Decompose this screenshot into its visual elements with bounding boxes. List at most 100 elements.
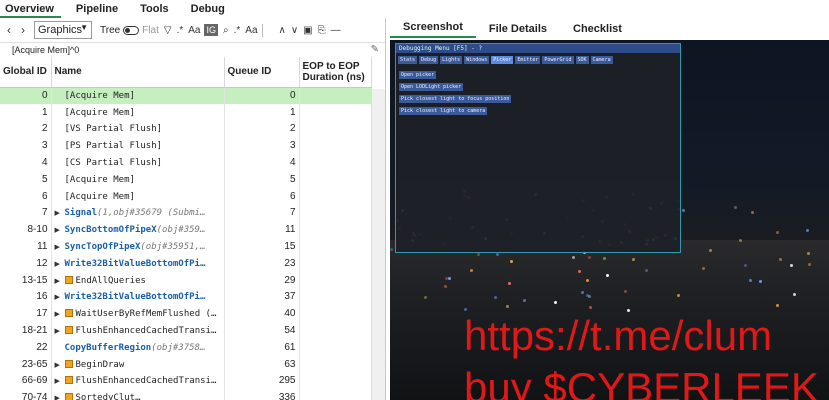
table-row[interactable]: 7 ▶ Signal(1,obj#35679 (Submi… 7 [0, 204, 372, 222]
table-row[interactable]: 22 CopyBufferRegion(obj#3758… 61 [0, 338, 372, 356]
table-row[interactable]: 66-69 ▶ FlushEnhancedCachedTransi… 295 [0, 372, 372, 390]
tab-screenshot[interactable]: Screenshot [390, 21, 476, 38]
expand-arrow-icon[interactable]: ▶ [55, 226, 65, 234]
expand-arrow-icon[interactable]: ▶ [55, 327, 65, 335]
clipboard-icon[interactable]: ⎘ [318, 25, 326, 36]
cell-name: ▶ Write32BitValueBottomOfPi… [51, 288, 225, 306]
cell-name: ▶ SortedyClut… [51, 389, 225, 400]
table-row[interactable]: 70-74 ▶ SortedyClut… 336 [0, 389, 372, 400]
overlay-tab: Picker [491, 56, 514, 64]
expand-arrow-icon[interactable]: ▶ [55, 243, 65, 251]
menu-overview[interactable]: Overview [0, 0, 61, 18]
city-light [751, 211, 755, 215]
table-row[interactable]: 23-65 ▶ BeginDraw 63 [0, 355, 372, 373]
cell-eop-duration [299, 170, 372, 188]
table-row[interactable]: 1 [Acquire Mem] 1 [0, 103, 372, 121]
overlay-tab: SDK [575, 56, 589, 64]
ignore-toggle[interactable]: IG [204, 24, 218, 36]
cell-global-id: 1 [0, 103, 52, 121]
city-light [775, 303, 779, 307]
cell-name: CopyBufferRegion(obj#3758… [51, 338, 225, 356]
city-light [423, 295, 427, 299]
table-header: Global ID Name Queue ID EOP to EOP Durat… [0, 57, 372, 88]
tab-file-details[interactable]: File Details [476, 23, 560, 38]
expand-arrow-icon[interactable]: ▶ [55, 260, 65, 268]
event-name: SortedyClut… [75, 393, 141, 400]
breadcrumb: [Acquire Mem]^0 ✎ [0, 43, 385, 57]
cell-eop-duration [299, 288, 372, 306]
view-select[interactable]: Graphics ▼ [34, 21, 92, 39]
details-tabs: Screenshot File Details Checklist [387, 18, 829, 38]
forward-arrow-icon[interactable]: › [16, 21, 30, 39]
regex-toggle[interactable]: .* [177, 25, 184, 36]
cell-queue-id: 37 [224, 288, 300, 306]
city-light [776, 231, 780, 235]
table-row[interactable]: 4 [CS Partial Flush] 4 [0, 154, 372, 171]
cell-name: ▶ Signal(1,obj#35679 (Submi… [51, 204, 225, 222]
minimize-icon[interactable]: — [331, 25, 341, 36]
table-row[interactable]: 3 [PS Partial Flush] 3 [0, 137, 372, 155]
chevron-down-nav-icon[interactable]: ∨ [291, 25, 298, 36]
cell-eop-duration [299, 322, 372, 339]
marker-square-icon [64, 309, 73, 318]
cell-global-id: 17 [0, 305, 52, 323]
cell-queue-id: 295 [224, 372, 300, 390]
table-row[interactable]: 5 [Acquire Mem] 5 [0, 170, 372, 188]
table-row[interactable]: 0 [Acquire Mem] 0 [0, 87, 372, 104]
vertical-scrollbar[interactable] [371, 89, 385, 400]
search-input[interactable] [261, 23, 274, 37]
overlay-tab: Emitter [515, 56, 541, 64]
cell-queue-id: 63 [224, 355, 300, 373]
col-name[interactable]: Name [51, 57, 225, 88]
cell-queue-id: 23 [224, 254, 300, 272]
table-row[interactable]: 6 [Acquire Mem] 6 [0, 187, 372, 205]
expand-arrow-icon[interactable]: ▶ [55, 377, 65, 385]
cell-queue-id: 2 [224, 120, 300, 138]
table-row[interactable]: 12 ▶ Write32BitValueBottomOfPi… 23 [0, 254, 372, 272]
expand-arrow-icon[interactable]: ▶ [55, 310, 65, 318]
expand-arrow-icon[interactable]: ▶ [55, 361, 65, 369]
table-row[interactable]: 18-21 ▶ FlushEnhancedCachedTransi… 54 [0, 322, 372, 339]
cell-name: [Acquire Mem] [51, 170, 225, 188]
city-light [805, 228, 809, 232]
cell-queue-id: 0 [224, 87, 300, 104]
expand-arrow-icon[interactable]: ▶ [55, 394, 65, 400]
back-arrow-icon[interactable]: ‹ [2, 21, 16, 39]
edit-icon[interactable]: ✎ [371, 44, 379, 55]
col-global-id[interactable]: Global ID [0, 57, 52, 88]
overlay-button: Pick closest light to camera [399, 107, 488, 115]
table-row[interactable]: 11 ▶ SyncTopOfPipeX(obj#35951,… 15 [0, 238, 372, 255]
table-row[interactable]: 13-15 ▶ EndAllQueries 29 [0, 271, 372, 289]
table-row[interactable]: 8-10 ▶ SyncBottomOfPipeX(obj#359… 11 [0, 221, 372, 239]
table-row[interactable]: 16 ▶ Write32BitValueBottomOfPi… 37 [0, 288, 372, 306]
expand-arrow-icon[interactable]: ▶ [55, 277, 65, 285]
table-row[interactable]: 2 [VS Partial Flush] 2 [0, 120, 372, 138]
menu-tools[interactable]: Tools [135, 0, 176, 18]
breadcrumb-text: [Acquire Mem]^0 [12, 45, 80, 55]
cell-name: ▶ WaitUserByRefMemFlushed (… [51, 305, 225, 323]
expand-arrow-icon[interactable]: ▶ [55, 293, 65, 301]
filter-icon[interactable]: ▽ [164, 25, 172, 36]
overlay-tab: Windows [464, 56, 490, 64]
menu-debug[interactable]: Debug [186, 0, 232, 18]
search-icon[interactable]: ⌕ [223, 25, 229, 36]
save-icon[interactable]: ▣ [303, 25, 312, 36]
menu-pipeline[interactable]: Pipeline [71, 0, 125, 18]
event-table: Global ID Name Queue ID EOP to EOP Durat… [0, 57, 372, 400]
match-case-toggle[interactable]: Aa [188, 25, 200, 36]
match-case-search-toggle[interactable]: Aa [245, 25, 257, 36]
city-light [580, 290, 584, 294]
chevron-up-icon[interactable]: ∧ [279, 25, 286, 36]
table-row[interactable]: 17 ▶ WaitUserByRefMemFlushed (… 40 [0, 305, 372, 323]
event-args: (obj#3758… [151, 342, 206, 353]
cell-global-id: 7 [0, 204, 52, 222]
regex-search-toggle[interactable]: .* [234, 25, 241, 36]
col-eop-duration[interactable]: EOP to EOP Duration (ns) [299, 57, 372, 88]
cell-eop-duration [299, 137, 372, 155]
tab-checklist[interactable]: Checklist [560, 23, 635, 38]
tree-flat-toggle[interactable] [123, 25, 140, 35]
cell-eop-duration [299, 254, 372, 272]
expand-arrow-icon[interactable]: ▶ [55, 209, 65, 217]
cell-name: [Acquire Mem] [51, 187, 225, 205]
col-queue-id[interactable]: Queue ID [224, 57, 300, 88]
